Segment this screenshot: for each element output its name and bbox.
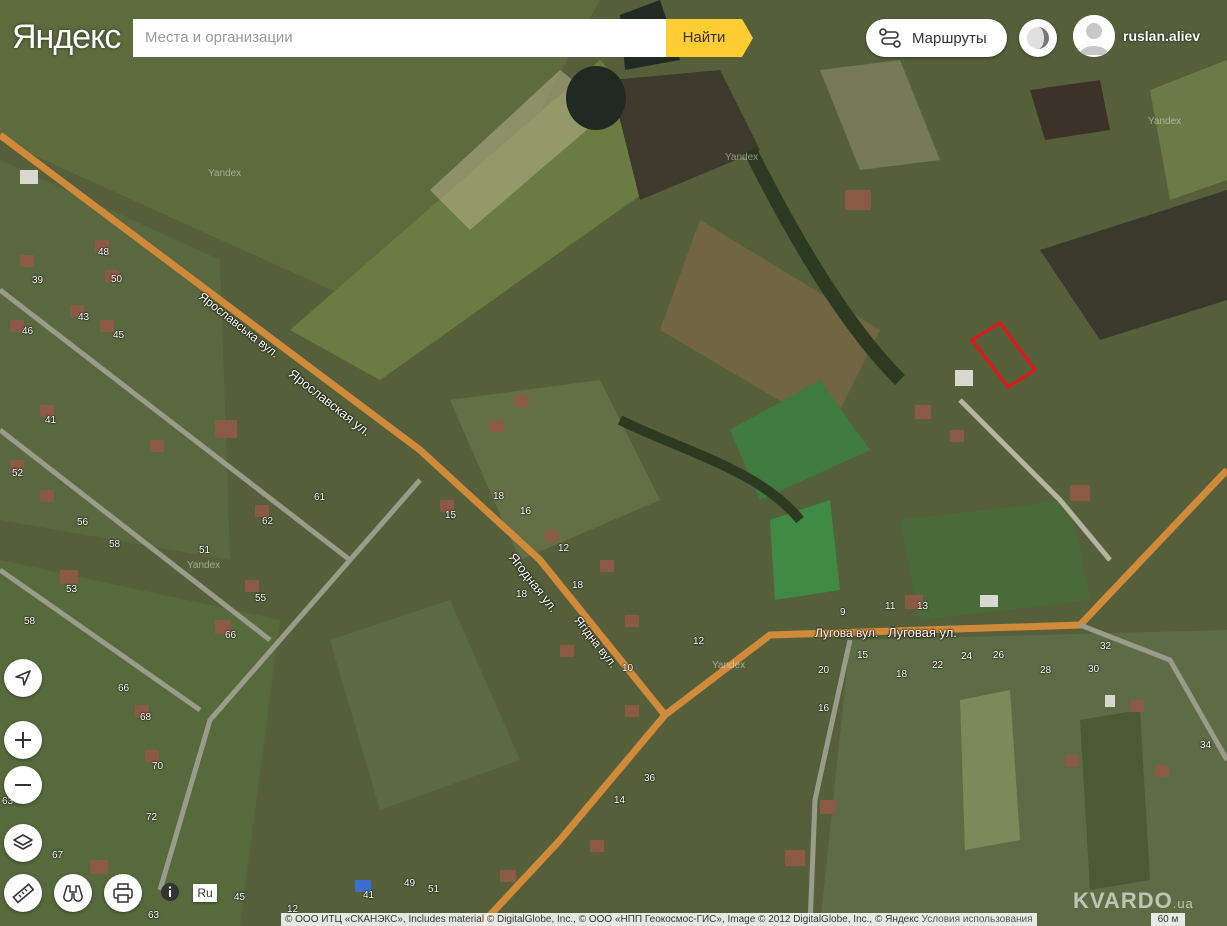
map-watermark: Yandex [1148, 116, 1182, 127]
yandex-logo[interactable]: Яндекс [12, 18, 121, 57]
house-number: 16 [818, 703, 830, 714]
traffic-button[interactable] [1019, 19, 1057, 57]
house-number: 50 [111, 274, 123, 285]
kvardo-brand: KVARDO [1073, 888, 1173, 913]
search-input[interactable]: Места и организации [133, 19, 666, 57]
map-watermark: Yandex [712, 660, 746, 671]
house-number: 18 [572, 580, 584, 591]
house-number: 34 [1200, 740, 1212, 751]
house-number: 13 [917, 601, 929, 612]
avatar[interactable] [1073, 15, 1115, 57]
house-number: 15 [445, 510, 457, 521]
arrow-icon [15, 670, 31, 686]
find-button-arrow[interactable] [742, 19, 753, 57]
panorama-button[interactable] [54, 874, 92, 912]
house-number: 46 [22, 326, 34, 337]
house-number: 66 [118, 683, 130, 694]
house-number: 15 [857, 650, 869, 661]
house-number: 52 [12, 468, 24, 479]
house-number: 11 [885, 601, 896, 612]
house-number: 20 [818, 665, 830, 676]
house-number: 43 [78, 312, 90, 323]
house-number: 62 [262, 516, 274, 527]
house-number: 18 [896, 669, 908, 680]
house-number: 51 [199, 545, 211, 556]
scale-bar: 60 м [1151, 913, 1185, 926]
house-number: 61 [314, 492, 326, 503]
route-icon [879, 28, 901, 48]
house-number: 12 [558, 543, 570, 554]
satellite-map[interactable] [0, 0, 1227, 926]
zoom-out-button[interactable] [4, 766, 42, 804]
house-number: 16 [520, 506, 532, 517]
house-number: 66 [225, 630, 237, 641]
house-number: 58 [109, 539, 121, 550]
copyright-bar: © ООО ИТЦ «СКАНЭКС», Includes material ©… [281, 913, 1037, 926]
kvardo-watermark: KVARDO.ua [1073, 888, 1194, 914]
username[interactable]: ruslan.aliev [1123, 28, 1200, 44]
house-number: 49 [404, 878, 416, 889]
house-number: 45 [234, 892, 246, 903]
map-watermark: Yandex [208, 168, 242, 179]
ruler-button[interactable] [4, 874, 42, 912]
map-watermark: Yandex [187, 560, 221, 571]
layers-icon [13, 834, 33, 850]
house-number: 53 [66, 584, 78, 595]
house-number: 10 [622, 663, 634, 674]
house-number: 63 [148, 910, 160, 921]
routes-button[interactable]: Маршруты [866, 19, 1007, 57]
layers-button[interactable] [4, 824, 42, 862]
house-number: 55 [255, 593, 267, 604]
printer-icon [113, 883, 133, 903]
house-number: 72 [146, 812, 158, 823]
zoom-in-button[interactable] [4, 721, 42, 759]
house-number: 22 [932, 660, 944, 671]
house-number: 45 [113, 330, 125, 341]
house-number: 51 [428, 884, 440, 895]
house-number: 41 [45, 415, 57, 426]
info-icon[interactable] [160, 882, 180, 902]
ruler-icon [12, 883, 34, 904]
user-icon [1073, 15, 1115, 57]
house-number: 58 [24, 616, 36, 627]
language-switch[interactable]: Ru [193, 884, 217, 902]
traffic-icon [1027, 27, 1049, 49]
minus-icon [15, 784, 31, 786]
kvardo-suffix: .ua [1172, 896, 1194, 911]
house-number: 68 [140, 712, 152, 723]
house-number: 12 [693, 636, 705, 647]
house-number: 41 [363, 890, 375, 901]
binoculars-icon [63, 885, 83, 902]
house-number: 39 [32, 275, 44, 286]
house-number: 70 [152, 761, 164, 772]
house-number: 28 [1040, 665, 1052, 676]
house-number: 48 [98, 247, 110, 258]
plus-icon [15, 732, 31, 748]
terms-link[interactable]: Условия использования [922, 914, 1033, 925]
house-number: 30 [1088, 664, 1100, 675]
house-number: 18 [493, 491, 505, 502]
house-number: 14 [614, 795, 626, 806]
house-number: 36 [644, 773, 656, 784]
house-number: 9 [840, 607, 846, 618]
street-label: Луговая ул. [888, 625, 957, 640]
house-number: 24 [961, 651, 973, 662]
locate-button[interactable] [4, 659, 42, 697]
house-number: 67 [52, 850, 64, 861]
street-label: Лугова вул. [815, 626, 879, 640]
house-number: 26 [993, 650, 1005, 661]
house-number: 32 [1100, 641, 1112, 652]
copyright-text: © ООО ИТЦ «СКАНЭКС», Includes material ©… [285, 914, 919, 925]
print-button[interactable] [104, 874, 142, 912]
house-number: 56 [77, 517, 89, 528]
house-number: 18 [516, 589, 528, 600]
map-watermark: Yandex [725, 152, 759, 163]
find-button[interactable]: Найти [666, 19, 742, 57]
routes-label: Маршруты [912, 30, 987, 47]
